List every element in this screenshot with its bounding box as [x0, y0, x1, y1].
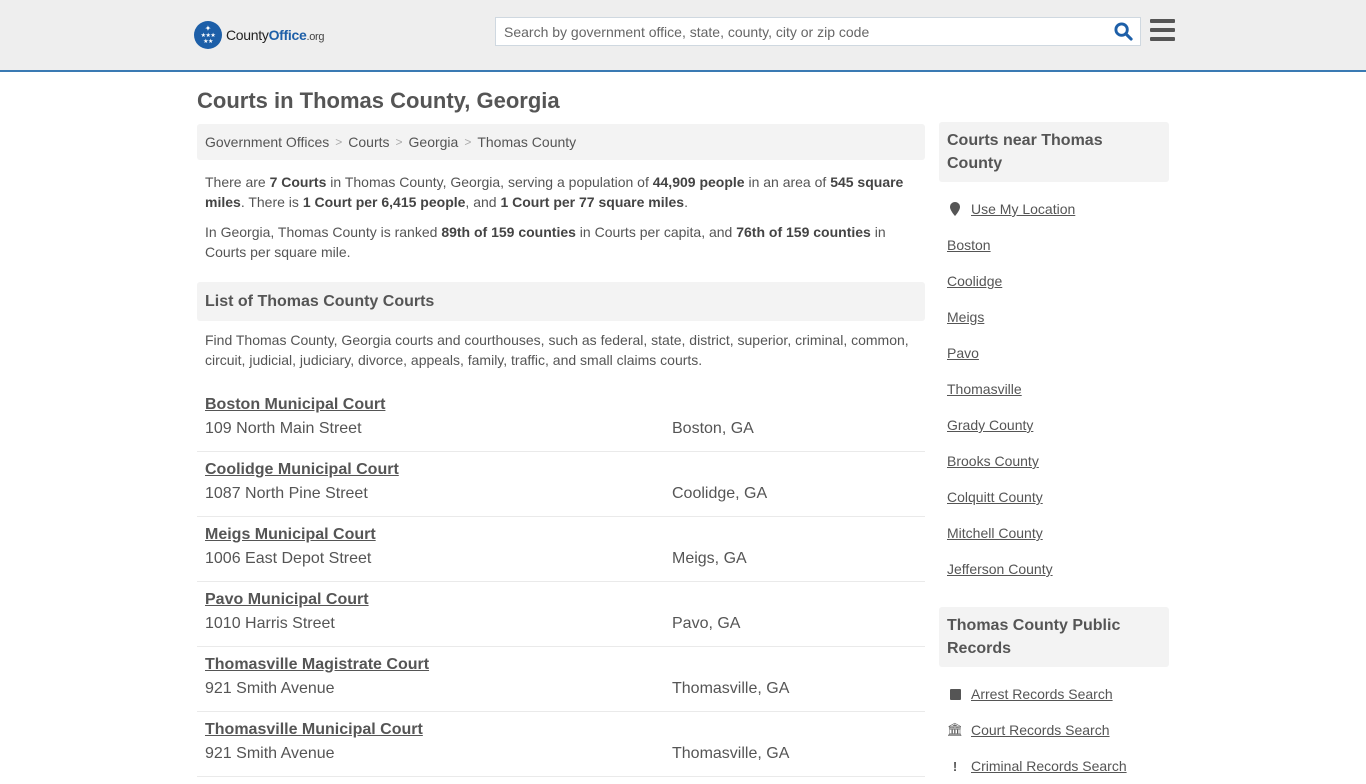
nearby-item: Grady County — [939, 407, 1169, 443]
nearby-item: Mitchell County — [939, 515, 1169, 551]
nearby-item: Jefferson County — [939, 551, 1169, 587]
court-link[interactable]: Thomasville Magistrate Court — [205, 655, 429, 675]
nearby-link-brooks-county[interactable]: Brooks County — [947, 453, 1039, 469]
sidebar: Courts near Thomas County Use My Locatio… — [939, 122, 1169, 784]
arrest-records-link[interactable]: Arrest Records Search — [971, 686, 1113, 702]
breadcrumb-separator: > — [335, 135, 343, 149]
records-item: 🏛 Court Records Search — [939, 712, 1169, 748]
breadcrumb-thomas-county[interactable]: Thomas County — [477, 134, 576, 150]
breadcrumb-government-offices[interactable]: Government Offices — [205, 134, 329, 150]
breadcrumb: Government Offices > Courts > Georgia > … — [197, 124, 925, 160]
nearby-item: Boston — [939, 227, 1169, 263]
court-link[interactable]: Meigs Municipal Court — [205, 525, 376, 545]
nearby-link-jefferson-county[interactable]: Jefferson County — [947, 561, 1053, 577]
exclamation-icon: ! — [952, 758, 958, 774]
court-city: Coolidge, GA — [672, 485, 768, 502]
ranking-paragraph: In Georgia, Thomas County is ranked 89th… — [205, 224, 886, 260]
search-bar — [495, 17, 1141, 46]
court-row: Meigs Municipal Court 1006 East Depot St… — [197, 517, 925, 582]
breadcrumb-courts[interactable]: Courts — [348, 134, 389, 150]
court-city: Pavo, GA — [672, 615, 741, 632]
use-location-item: Use My Location — [939, 191, 1169, 227]
court-address: 109 North Main Street — [205, 420, 362, 437]
breadcrumb-separator: > — [464, 135, 472, 149]
court-list: Boston Municipal Court 109 North Main St… — [197, 387, 925, 777]
hamburger-menu-icon[interactable] — [1150, 19, 1175, 41]
nearby-link-grady-county[interactable]: Grady County — [947, 417, 1033, 433]
nearby-courts-list: Use My Location Boston Coolidge Meigs Pa… — [939, 191, 1169, 587]
court-city: Thomasville, GA — [672, 745, 790, 762]
court-row: Boston Municipal Court 109 North Main St… — [197, 387, 925, 452]
court-city: Thomasville, GA — [672, 680, 790, 697]
nearby-link-pavo[interactable]: Pavo — [947, 345, 979, 361]
nearby-courts-heading: Courts near Thomas County — [939, 122, 1169, 182]
site-header: ✦ ★★★ ★★ CountyOffice.org — [0, 0, 1366, 72]
nearby-link-mitchell-county[interactable]: Mitchell County — [947, 525, 1043, 541]
nearby-item: Pavo — [939, 335, 1169, 371]
court-city: Meigs, GA — [672, 550, 747, 567]
court-address: 921 Smith Avenue — [205, 745, 335, 762]
nearby-item: Coolidge — [939, 263, 1169, 299]
nearby-item: Thomasville — [939, 371, 1169, 407]
court-row: Thomasville Municipal Court 921 Smith Av… — [197, 712, 925, 777]
court-link[interactable]: Thomasville Municipal Court — [205, 720, 423, 740]
records-item: Arrest Records Search — [939, 676, 1169, 712]
public-records-heading: Thomas County Public Records — [939, 607, 1169, 667]
court-link[interactable]: Boston Municipal Court — [205, 395, 385, 415]
search-button[interactable] — [1106, 18, 1140, 45]
court-row: Pavo Municipal Court 1010 Harris Street … — [197, 582, 925, 647]
court-records-link[interactable]: Court Records Search — [971, 722, 1110, 738]
search-icon — [1113, 22, 1133, 41]
breadcrumb-georgia[interactable]: Georgia — [409, 134, 459, 150]
court-row: Thomasville Magistrate Court 921 Smith A… — [197, 647, 925, 712]
logo-wordmark: CountyOffice.org — [226, 27, 325, 43]
court-address: 1010 Harris Street — [205, 615, 335, 632]
nearby-item: Meigs — [939, 299, 1169, 335]
court-list-heading: List of Thomas County Courts — [197, 282, 925, 321]
court-address: 1006 East Depot Street — [205, 550, 372, 567]
nearby-item: Colquitt County — [939, 479, 1169, 515]
court-city: Boston, GA — [672, 420, 754, 437]
main-content: Government Offices > Courts > Georgia > … — [197, 124, 925, 777]
intro-summary: There are 7 Courts in Thomas County, Geo… — [197, 172, 925, 262]
court-row: Coolidge Municipal Court 1087 North Pine… — [197, 452, 925, 517]
site-logo[interactable]: ✦ ★★★ ★★ CountyOffice.org — [194, 21, 325, 49]
use-my-location-link[interactable]: Use My Location — [971, 201, 1075, 217]
nearby-link-coolidge[interactable]: Coolidge — [947, 273, 1002, 289]
nearby-link-colquitt-county[interactable]: Colquitt County — [947, 489, 1043, 505]
summary-paragraph: There are 7 Courts in Thomas County, Geo… — [205, 174, 904, 210]
search-input[interactable] — [496, 18, 1106, 45]
page-title: Courts in Thomas County, Georgia — [197, 88, 560, 113]
court-address: 921 Smith Avenue — [205, 680, 335, 697]
nearby-link-thomasville[interactable]: Thomasville — [947, 381, 1022, 397]
nearby-link-meigs[interactable]: Meigs — [947, 309, 984, 325]
map-pin-icon — [947, 202, 963, 216]
courthouse-icon: 🏛 — [946, 722, 964, 737]
criminal-records-link[interactable]: Criminal Records Search — [971, 758, 1127, 774]
records-item: ! Criminal Records Search — [939, 748, 1169, 784]
square-icon — [947, 688, 963, 700]
eagle-stars-icon: ✦ ★★★ ★★ — [194, 21, 222, 49]
court-list-description: Find Thomas County, Georgia courts and c… — [205, 332, 909, 368]
nearby-link-boston[interactable]: Boston — [947, 237, 991, 253]
breadcrumb-separator: > — [395, 135, 403, 149]
court-address: 1087 North Pine Street — [205, 485, 368, 502]
nearby-item: Brooks County — [939, 443, 1169, 479]
court-link[interactable]: Pavo Municipal Court — [205, 590, 369, 610]
court-link[interactable]: Coolidge Municipal Court — [205, 460, 399, 480]
